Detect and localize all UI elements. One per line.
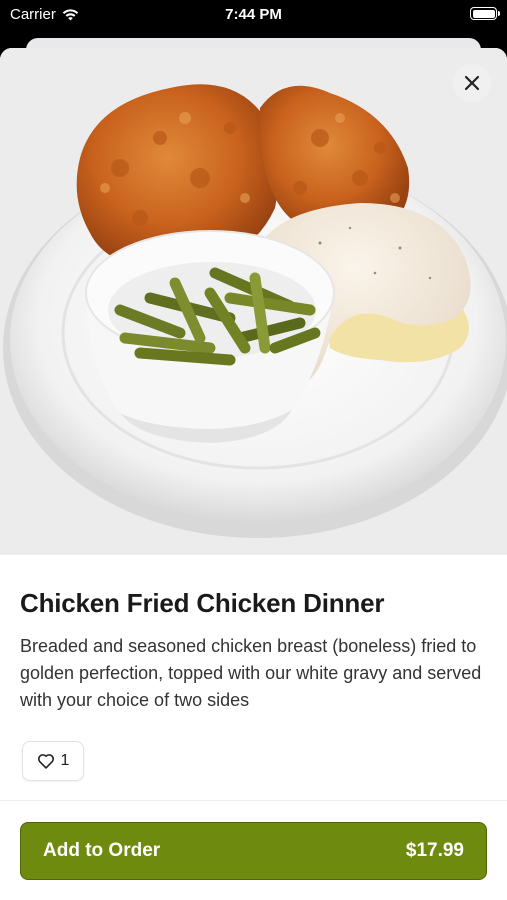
- add-to-order-label: Add to Order: [43, 840, 161, 861]
- item-detail-sheet: Chicken Fried Chicken Dinner Breaded and…: [0, 48, 507, 900]
- clock: 7:44 PM: [225, 6, 282, 23]
- item-photo: [0, 48, 507, 555]
- item-info: Chicken Fried Chicken Dinner Breaded and…: [20, 588, 487, 714]
- like-count: 1: [60, 752, 70, 769]
- close-icon: [464, 75, 480, 91]
- heart-icon: [37, 754, 54, 769]
- add-to-order-button[interactable]: Add to Order $17.99: [20, 822, 487, 880]
- divider: [0, 800, 507, 801]
- battery-icon: [470, 7, 500, 20]
- like-button[interactable]: 1: [22, 741, 84, 781]
- status-bar: Carrier 7:44 PM: [0, 0, 507, 30]
- close-button[interactable]: [453, 64, 491, 102]
- item-description: Breaded and seasoned chicken breast (bon…: [20, 636, 482, 710]
- item-price: $17.99: [405, 840, 464, 861]
- item-title: Chicken Fried Chicken Dinner: [20, 588, 385, 618]
- food-photo-icon: [0, 48, 507, 555]
